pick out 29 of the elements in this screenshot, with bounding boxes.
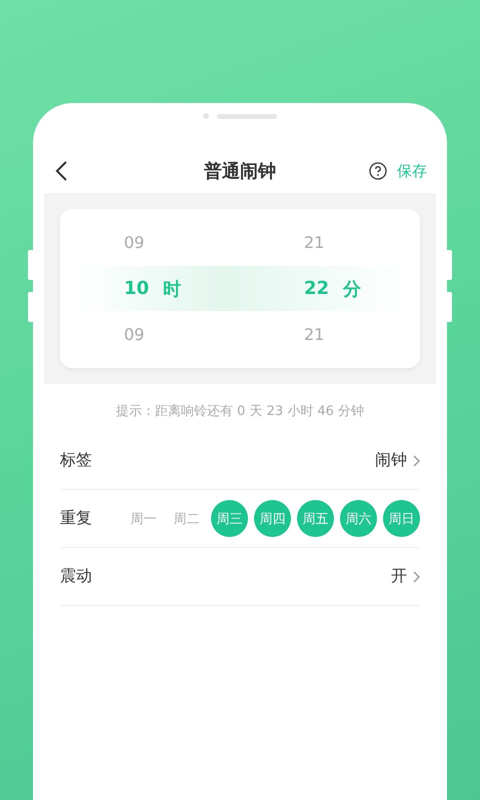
setting-label: 重复 bbox=[60, 508, 92, 529]
setting-value-link[interactable]: 开 bbox=[391, 566, 420, 587]
camera-dot bbox=[203, 113, 209, 119]
speaker-bar bbox=[217, 114, 277, 118]
picker-value[interactable]: 09 bbox=[124, 233, 144, 252]
weekday-toggle[interactable]: 周一 bbox=[125, 500, 162, 537]
picker-value[interactable]: 09 bbox=[124, 325, 144, 344]
picker-value[interactable]: 21 bbox=[304, 233, 324, 252]
picker-selected-value[interactable]: 22 bbox=[304, 278, 330, 299]
weekday-toggle[interactable]: 周三 bbox=[211, 500, 248, 537]
weekday-toggle[interactable]: 周六 bbox=[340, 500, 377, 537]
weekday-toggle[interactable]: 周四 bbox=[254, 500, 291, 537]
weekday-toggle[interactable]: 周日 bbox=[383, 500, 420, 537]
chevron-right-icon bbox=[413, 454, 420, 466]
setting-value-link[interactable]: 闹钟 bbox=[375, 450, 420, 471]
picker-selected-value[interactable]: 10 bbox=[124, 278, 150, 299]
save-button[interactable]: 保存 bbox=[397, 162, 427, 180]
hint-text: 提示：距离响铃还有 0 天 23 小时 46 分钟 bbox=[116, 403, 364, 420]
help-icon[interactable] bbox=[369, 162, 387, 180]
chevron-right-icon bbox=[413, 570, 420, 582]
picker-unit: 分 bbox=[343, 278, 362, 300]
picker-unit: 时 bbox=[163, 278, 182, 300]
weekday-toggle[interactable]: 周二 bbox=[168, 500, 205, 537]
screen-title: 普通闹钟 bbox=[204, 160, 276, 183]
back-icon[interactable] bbox=[53, 160, 69, 182]
weekday-toggle[interactable]: 周五 bbox=[297, 500, 334, 537]
setting-label: 标签 bbox=[60, 450, 92, 471]
picker-value[interactable]: 21 bbox=[304, 325, 324, 344]
setting-label: 震动 bbox=[60, 566, 92, 587]
